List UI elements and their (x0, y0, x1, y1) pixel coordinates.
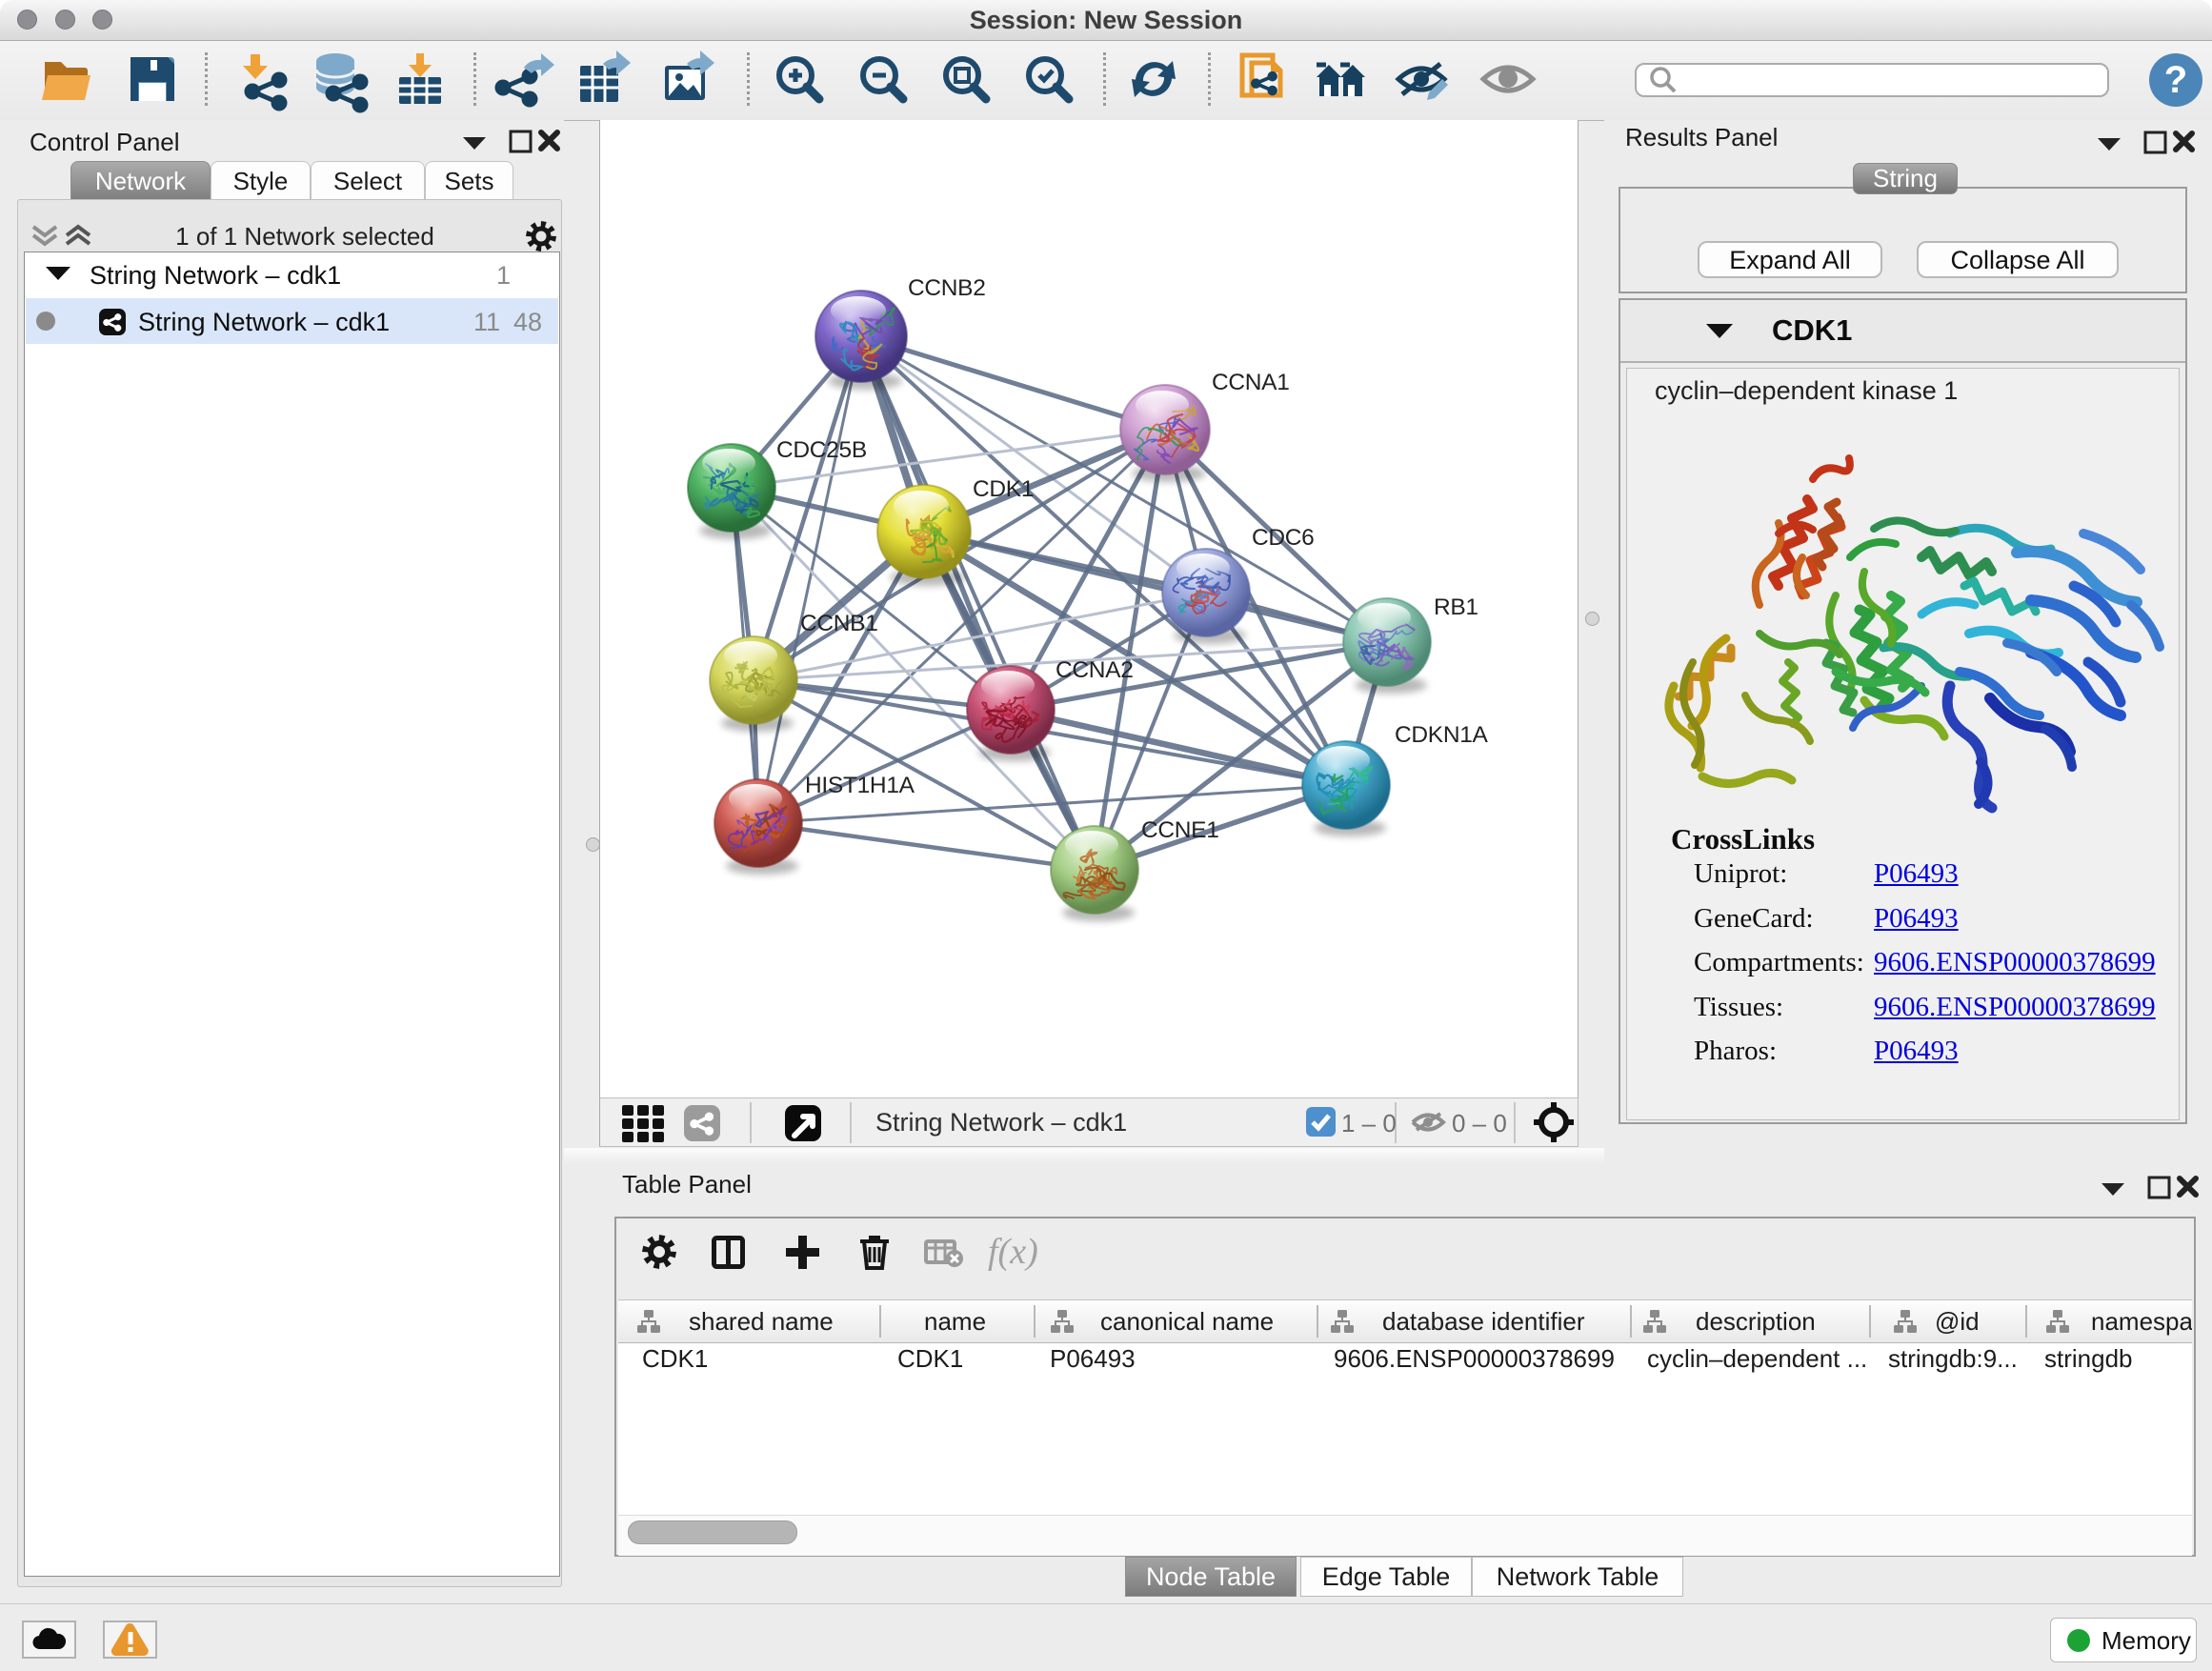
svg-text:namespace: namespace (2091, 1307, 2192, 1336)
svg-text:HIST1H1A: HIST1H1A (805, 773, 915, 798)
svg-text:?: ? (2164, 59, 2187, 101)
svg-text:CCNB1: CCNB1 (800, 611, 878, 636)
svg-text:CDK1: CDK1 (973, 476, 1034, 502)
svg-text:CCNA2: CCNA2 (1056, 657, 1134, 683)
svg-text:@id: @id (1935, 1307, 1980, 1336)
svg-text:canonical name: canonical name (1100, 1307, 1274, 1336)
svg-text:database identifier: database identifier (1382, 1307, 1585, 1336)
svg-text:CDC25B: CDC25B (776, 437, 867, 463)
svg-text:description: description (1696, 1307, 1816, 1336)
svg-text:shared name: shared name (689, 1307, 834, 1336)
svg-text:name: name (924, 1307, 986, 1336)
svg-text:CDC6: CDC6 (1252, 525, 1315, 551)
svg-text:CCNA1: CCNA1 (1212, 370, 1290, 395)
svg-text:CCNE1: CCNE1 (1141, 817, 1219, 843)
svg-text:CDKN1A: CDKN1A (1395, 722, 1489, 748)
svg-text:CCNB2: CCNB2 (908, 275, 986, 301)
svg-text:f(x): f(x) (988, 1232, 1038, 1272)
svg-text:RB1: RB1 (1434, 594, 1478, 620)
